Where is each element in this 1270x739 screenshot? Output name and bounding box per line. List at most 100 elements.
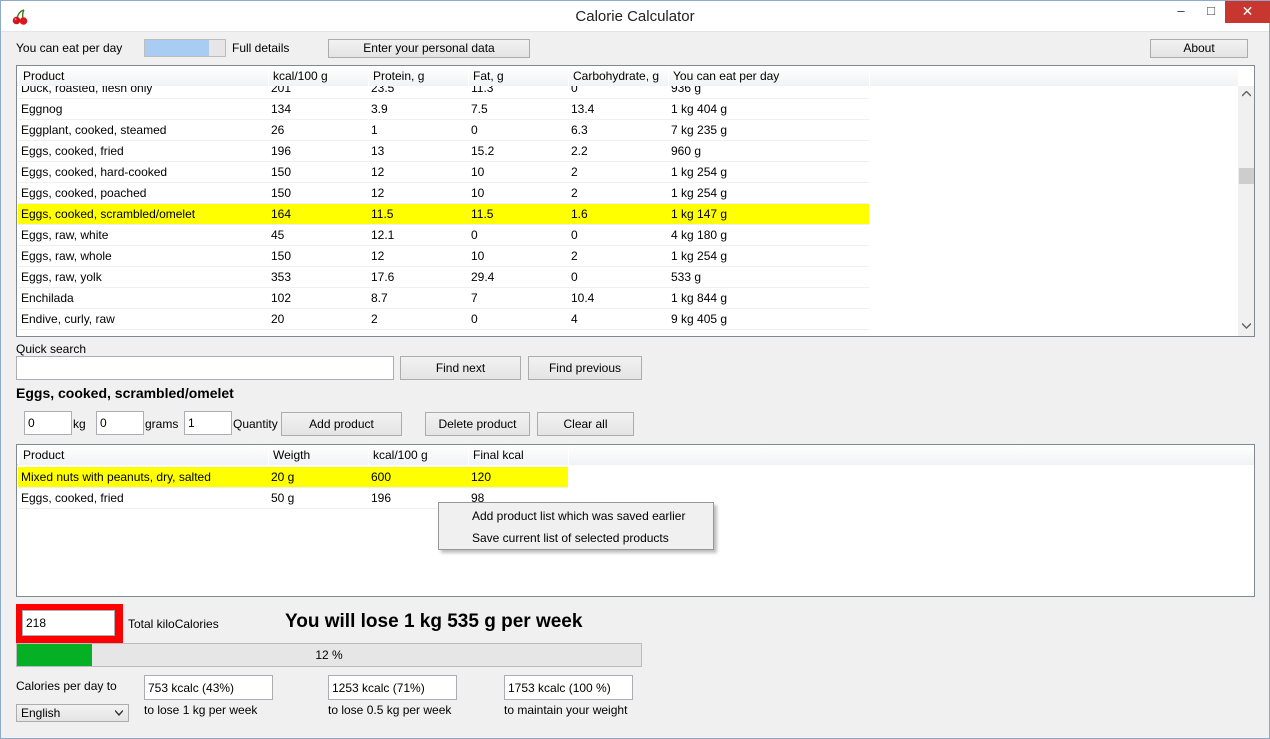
lose-05kg-input[interactable]	[328, 675, 457, 700]
cell-product: Eggs, cooked, scrambled/omelet	[18, 204, 268, 225]
cell-carbohydrate: 2	[568, 246, 668, 267]
maximize-button[interactable]: □	[1197, 1, 1225, 23]
table-row[interactable]: Eggs, cooked, hard-cooked 150 12 10 2 1 kg 25…	[17, 162, 869, 183]
cell-carbohydrate: 1.6	[568, 204, 668, 225]
table-row[interactable]: Eggnog 134 3.9 7.5 13.4 1 kg 404 g	[17, 99, 869, 120]
you-can-eat-label: You can eat per day	[16, 41, 123, 55]
col-kcal[interactable]: kcal/100 g	[268, 66, 369, 86]
cell-protein: 1	[368, 120, 468, 141]
cell-fat: 10	[468, 246, 568, 267]
scroll-thumb[interactable]	[1239, 168, 1254, 184]
find-previous-button[interactable]: Find previous	[528, 356, 642, 380]
cell-product: Eggs, cooked, fried	[18, 141, 268, 162]
cell-can-eat: 1 kg 254 g	[668, 246, 869, 267]
table-row[interactable]: Eggplant, cooked, steamed 26 1 0 6.3 7 kg 235…	[17, 120, 869, 141]
close-button[interactable]: ✕	[1225, 1, 1270, 23]
scroll-down-icon[interactable]	[1242, 323, 1251, 329]
col-protein[interactable]: Protein, g	[368, 66, 469, 86]
quantity-input[interactable]	[184, 411, 232, 435]
sel-col-final-kcal[interactable]: Final kcal	[468, 445, 569, 465]
table-row[interactable]: Eggs, raw, white 45 12.1 0 0 4 kg 180 g	[17, 225, 869, 246]
cell-protein: 8.7	[368, 288, 468, 309]
chevron-down-icon	[115, 710, 123, 716]
clear-all-button[interactable]: Clear all	[537, 412, 634, 436]
quick-search-input[interactable]	[16, 356, 394, 380]
table-row[interactable]: Endive, curly, raw 20 2 0 4 9 kg 405 g	[17, 309, 869, 330]
cell-product: Eggs, raw, white	[18, 225, 268, 246]
cell-fat: 0	[468, 120, 568, 141]
lose-1kg-input[interactable]	[144, 675, 273, 700]
cell-carbohydrate: 13.4	[568, 99, 668, 120]
cell-product: Eggs, raw, whole	[18, 246, 268, 267]
about-button[interactable]: About	[1150, 39, 1248, 58]
selected-row[interactable]: Mixed nuts with peanuts, dry, salted 20 g…	[17, 467, 569, 488]
cell-kcal: 102	[268, 288, 368, 309]
selected-product-title: Eggs, cooked, scrambled/omelet	[16, 385, 234, 401]
sel-col-kcal[interactable]: kcal/100 g	[368, 445, 469, 465]
col-product[interactable]: Product	[18, 66, 269, 86]
grams-input[interactable]	[96, 411, 144, 435]
sel-cell-kcal: 600	[368, 467, 468, 488]
menu-item-add-saved-list[interactable]: Add product list which was saved earlier	[439, 505, 713, 527]
enter-personal-data-button[interactable]: Enter your personal data	[328, 39, 530, 58]
cell-product: Eggs, cooked, poached	[18, 183, 268, 204]
cell-protein: 13	[368, 141, 468, 162]
cell-product: Eggplant, cooked, steamed	[18, 120, 268, 141]
products-scrollbar[interactable]	[1238, 86, 1254, 336]
maintain-input[interactable]	[504, 675, 633, 700]
language-select[interactable]: English	[16, 704, 129, 722]
cell-carbohydrate: 0	[568, 225, 668, 246]
kg-input[interactable]	[24, 411, 72, 435]
col-fat[interactable]: Fat, g	[468, 66, 569, 86]
cell-protein: 12.1	[368, 225, 468, 246]
cell-carbohydrate: 0	[568, 267, 668, 288]
cell-product: Duck, roasted, flesh only	[18, 86, 268, 99]
find-next-button[interactable]: Find next	[400, 356, 521, 380]
sel-col-filler	[568, 445, 1254, 465]
cell-fat: 11.5	[468, 204, 568, 225]
cell-fat: 29.4	[468, 267, 568, 288]
table-row[interactable]: Eggs, cooked, fried 196 13 15.2 2.2 960 g	[17, 141, 869, 162]
cell-kcal: 20	[268, 309, 368, 330]
table-row[interactable]: Eggs, cooked, poached 150 12 10 2 1 kg 254 g	[17, 183, 869, 204]
cell-can-eat: 1 kg 404 g	[668, 99, 869, 120]
cell-protein: 12	[368, 183, 468, 204]
cell-can-eat: 1 kg 254 g	[668, 162, 869, 183]
lose-1kg-label: to lose 1 kg per week	[144, 703, 258, 717]
sel-col-weight[interactable]: Weigth	[268, 445, 369, 465]
app-window: Calorie Calculator – □ ✕ You can eat per…	[0, 0, 1270, 739]
cell-can-eat: 9 kg 405 g	[668, 309, 869, 330]
calorie-progress-bar: 12 %	[16, 643, 642, 667]
quantity-label: Quantity	[233, 417, 278, 431]
cell-protein: 2	[368, 309, 468, 330]
cell-can-eat: 936 g	[668, 86, 869, 99]
minimize-button[interactable]: –	[1167, 1, 1195, 23]
table-row[interactable]: Eggs, cooked, scrambled/omelet 164 11.5 11.…	[17, 204, 869, 225]
col-carbohydrate[interactable]: Carbohydrate, g	[568, 66, 669, 86]
cell-carbohydrate: 4	[568, 309, 668, 330]
table-row[interactable]: Eggs, raw, yolk 353 17.6 29.4 0 533 g	[17, 267, 869, 288]
cell-kcal: 353	[268, 267, 368, 288]
add-product-button[interactable]: Add product	[281, 412, 402, 436]
cell-kcal: 134	[268, 99, 368, 120]
col-can-eat[interactable]: You can eat per day	[668, 66, 870, 86]
cell-fat: 15.2	[468, 141, 568, 162]
cell-carbohydrate: 6.3	[568, 120, 668, 141]
total-kcal-input[interactable]	[22, 610, 115, 636]
delete-product-button[interactable]: Delete product	[425, 412, 530, 436]
products-table[interactable]: Product kcal/100 g Protein, g Fat, g Car…	[16, 65, 1255, 337]
menu-item-save-current-list[interactable]: Save current list of selected products	[439, 527, 713, 549]
table-row[interactable]: Eggs, raw, whole 150 12 10 2 1 kg 254 g	[17, 246, 869, 267]
calories-per-day-label: Calories per day to	[16, 679, 117, 693]
title-bar[interactable]: Calorie Calculator – □ ✕	[1, 1, 1270, 32]
cell-fat: 7	[468, 288, 568, 309]
cell-fat: 7.5	[468, 99, 568, 120]
cell-protein: 17.6	[368, 267, 468, 288]
cell-product: Eggs, cooked, hard-cooked	[18, 162, 268, 183]
table-row[interactable]: Enchilada 102 8.7 7 10.4 1 kg 844 g	[17, 288, 869, 309]
table-row[interactable]: Duck, roasted, flesh only 201 23.5 11.3 0 936…	[17, 86, 869, 99]
grams-label: grams	[145, 417, 179, 431]
sel-col-product[interactable]: Product	[18, 445, 269, 465]
scroll-up-icon[interactable]	[1242, 91, 1251, 97]
cell-carbohydrate: 2.2	[568, 141, 668, 162]
